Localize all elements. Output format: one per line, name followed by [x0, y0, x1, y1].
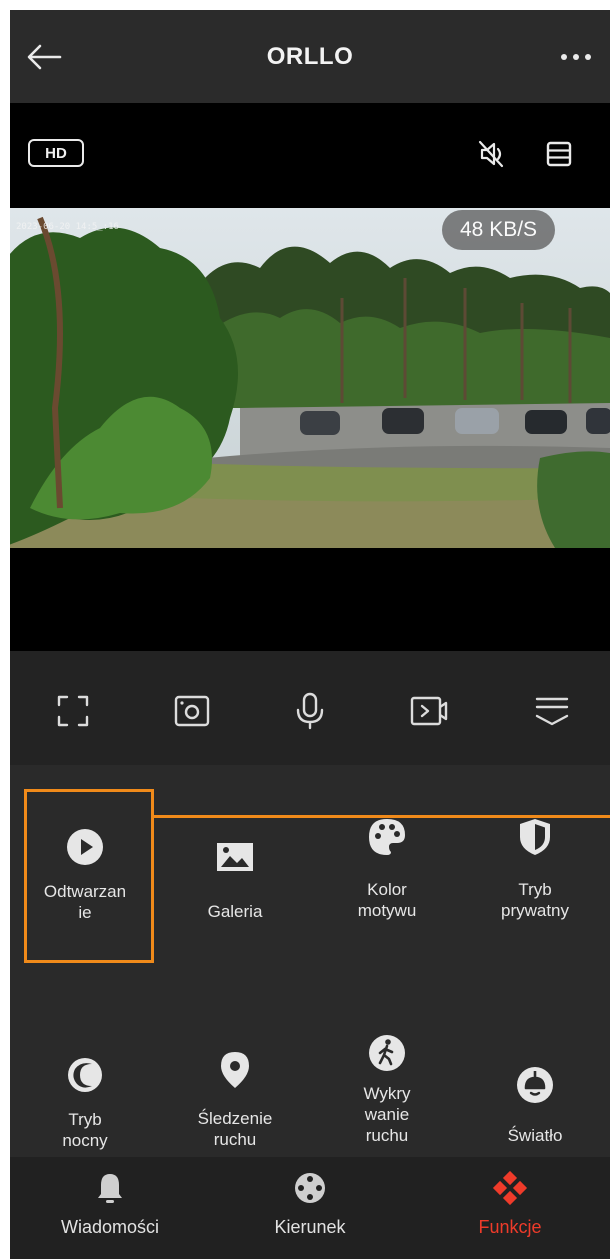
back-button[interactable] — [24, 43, 64, 71]
quality-toggle[interactable]: HD — [28, 139, 84, 167]
layout-button[interactable] — [542, 137, 576, 171]
joystick-icon — [295, 1173, 325, 1203]
nav-direction[interactable]: Kierunek — [230, 1171, 390, 1238]
function-theme-color-label: Kolor motywu — [357, 880, 417, 920]
image-icon — [217, 843, 253, 871]
privacy-shield-icon — [520, 819, 550, 855]
video-timestamp: 2023-06-20 14:5_:16 — [16, 222, 119, 232]
function-theme-color[interactable]: Kolor motywu — [322, 817, 452, 921]
function-light[interactable]: Światło — [470, 1065, 600, 1146]
function-gallery[interactable]: Galeria — [170, 837, 300, 922]
mute-button[interactable] — [474, 137, 508, 171]
app-screen: ORLLO HD 2023-06-20 14:5_:16 48 KB/S Odt… — [10, 10, 610, 1259]
video-record-icon — [410, 696, 448, 726]
function-motion-tracking[interactable]: Śledzenie ruchu — [170, 1050, 300, 1150]
palette-icon — [369, 819, 405, 855]
functions-grid-icon — [492, 1171, 528, 1205]
camera-scene-image — [10, 208, 610, 548]
function-privacy-mode[interactable]: Tryb prywatny — [470, 817, 600, 921]
play-circle-icon — [67, 829, 103, 865]
fullscreen-icon — [57, 695, 89, 727]
arrow-left-icon — [27, 44, 62, 70]
live-video-feed[interactable]: 2023-06-20 14:5_:16 48 KB/S — [10, 208, 610, 548]
function-gallery-label: Galeria — [207, 902, 263, 921]
camera-snapshot-icon — [174, 695, 210, 727]
microphone-icon — [296, 692, 324, 730]
player-toolbar: HD — [10, 103, 610, 208]
function-night-mode[interactable]: Tryb nocny — [20, 1055, 150, 1151]
person-walking-icon — [369, 1035, 405, 1071]
player-controls — [10, 651, 610, 765]
function-light-label: Światło — [507, 1126, 563, 1145]
more-options-button[interactable] — [556, 50, 596, 64]
nav-direction-label: Kierunek — [274, 1217, 346, 1237]
moon-icon — [68, 1058, 102, 1092]
screenshot-button[interactable] — [170, 689, 214, 733]
function-motion-tracking-label: Śledzenie ruchu — [197, 1109, 273, 1149]
record-button[interactable] — [407, 689, 451, 733]
talk-button[interactable] — [288, 689, 332, 733]
function-privacy-mode-label: Tryb prywatny — [500, 880, 570, 920]
bitrate-badge: 48 KB/S — [442, 210, 556, 250]
split-view-icon — [546, 141, 572, 167]
nav-functions-label: Funkcje — [478, 1217, 542, 1237]
function-playback[interactable]: Odtwarzan ie — [20, 827, 150, 923]
chevron-menu-icon — [535, 697, 569, 726]
location-pin-icon — [221, 1052, 249, 1088]
function-night-mode-label: Tryb nocny — [62, 1110, 108, 1150]
nav-messages-label: Wiadomości — [60, 1217, 160, 1237]
function-playback-label: Odtwarzan ie — [43, 882, 127, 922]
video-letterbox — [10, 548, 610, 651]
function-motion-detection-label: Wykry wanie ruchu — [363, 1084, 411, 1145]
fullscreen-button[interactable] — [51, 689, 95, 733]
bottom-navigation: Wiadomości Kierunek Funkcje — [10, 1157, 610, 1259]
nav-messages[interactable]: Wiadomości — [30, 1171, 190, 1238]
bell-icon — [98, 1174, 122, 1203]
top-app-bar: ORLLO — [10, 10, 610, 103]
more-horizontal-icon — [561, 54, 591, 60]
function-motion-detection[interactable]: Wykry wanie ruchu — [322, 1033, 452, 1147]
page-title: ORLLO — [266, 42, 354, 70]
function-grid: Odtwarzan ie Galeria Kolor motywu Tryb p… — [10, 765, 610, 1157]
more-controls-button[interactable] — [530, 689, 574, 733]
lamp-icon — [517, 1067, 553, 1103]
nav-functions[interactable]: Funkcje — [430, 1171, 590, 1238]
speaker-muted-icon — [478, 140, 504, 168]
